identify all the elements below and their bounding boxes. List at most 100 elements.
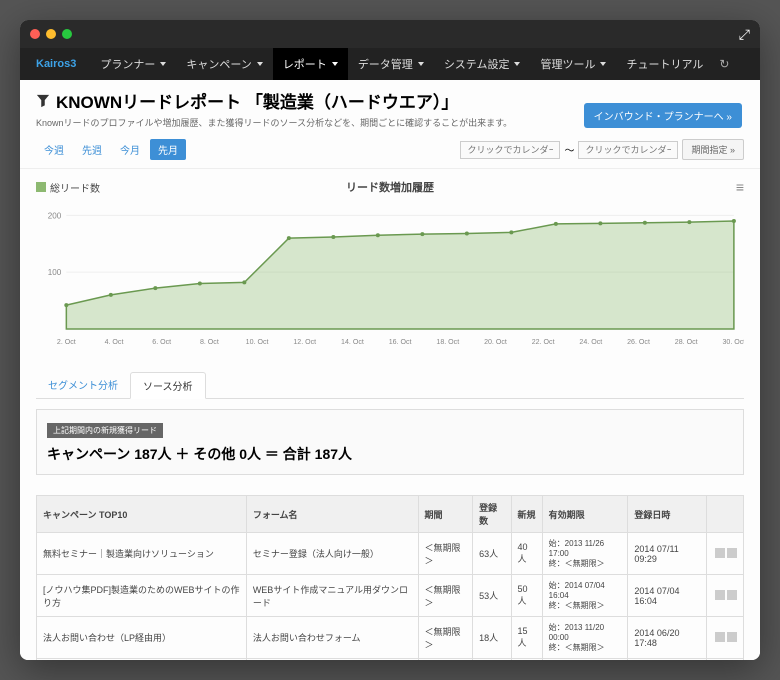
tab-segment[interactable]: セグメント分析	[36, 372, 130, 398]
titlebar: ⤢	[20, 20, 760, 48]
new-count: 40人	[511, 533, 542, 575]
action-icon[interactable]	[727, 548, 737, 558]
table-header: キャンペーン TOP10	[37, 496, 247, 533]
action-icon[interactable]	[727, 632, 737, 642]
date-apply-button[interactable]: 期間指定 »	[682, 139, 744, 160]
nav-data[interactable]: データ管理	[348, 48, 434, 80]
brand-logo[interactable]: Kairos3	[36, 58, 76, 70]
svg-text:28. Oct: 28. Oct	[675, 339, 698, 346]
nav-admin[interactable]: 管理ツール	[530, 48, 616, 80]
fullscreen-icon[interactable]: ⤢	[739, 26, 750, 43]
maximize-icon[interactable]	[62, 29, 72, 39]
svg-text:24. Oct: 24. Oct	[579, 339, 602, 346]
row-actions[interactable]	[706, 533, 743, 575]
reg-date: 2014 06/20 17:48	[628, 617, 707, 659]
table-header: 新規	[511, 496, 542, 533]
svg-text:14. Oct: 14. Oct	[341, 339, 364, 346]
svg-text:20. Oct: 20. Oct	[484, 339, 507, 346]
svg-text:2. Oct: 2. Oct	[57, 339, 76, 346]
new-count: 15人	[511, 617, 542, 659]
row-actions[interactable]	[706, 575, 743, 617]
form-name: 法人お問い合わせフォーム	[246, 659, 418, 661]
tab-source[interactable]: ソース分析	[130, 372, 206, 399]
area-chart: 1002002. Oct4. Oct6. Oct8. Oct10. Oct12.…	[36, 199, 744, 349]
close-icon[interactable]	[30, 29, 40, 39]
page-title-text: KNOWNリードレポート 「製造業（ハードウエア）」	[56, 88, 458, 113]
svg-text:16. Oct: 16. Oct	[389, 339, 412, 346]
navbar: Kairos3 プランナー キャンペーン レポート データ管理 システム設定 管…	[20, 48, 760, 80]
nav-report[interactable]: レポート	[273, 48, 348, 80]
table-header: 登録数	[473, 496, 511, 533]
tables-section: キャンペーン TOP10フォーム名期間登録数新規有効期限登録日時 無料セミナー｜…	[20, 495, 760, 660]
summary-text: キャンペーン 187人 ＋ その他 0人 ＝ 合計 187人	[47, 444, 733, 464]
campaign-table: キャンペーン TOP10フォーム名期間登録数新規有効期限登録日時 無料セミナー｜…	[36, 495, 744, 660]
summary-box: 上記期間内の新規獲得リード キャンペーン 187人 ＋ その他 0人 ＝ 合計 …	[36, 409, 744, 475]
table-header	[706, 496, 743, 533]
svg-text:12. Oct: 12. Oct	[293, 339, 316, 346]
table-row: 法人お問い合わせ（通常版） 法人お問い合わせフォーム ＜無期限＞ 8人 8人 始…	[37, 659, 744, 661]
legend-label: 総リード数	[50, 180, 100, 195]
date-start-input[interactable]	[460, 141, 560, 159]
svg-text:22. Oct: 22. Oct	[532, 339, 555, 346]
cta-button[interactable]: インバウンド・プランナーへ »	[584, 103, 742, 128]
svg-text:4. Oct: 4. Oct	[105, 339, 124, 346]
legend-swatch	[36, 182, 46, 192]
period: ＜無期限＞	[418, 575, 473, 617]
range-this-month[interactable]: 今月	[112, 139, 148, 160]
reg-date: 2014 07/11 09:29	[628, 533, 707, 575]
summary-tag: 上記期間内の新規獲得リード	[47, 423, 163, 438]
nav-system[interactable]: システム設定	[434, 48, 531, 80]
nav-planner[interactable]: プランナー	[90, 48, 176, 80]
action-icon[interactable]	[715, 632, 725, 642]
svg-text:26. Oct: 26. Oct	[627, 339, 650, 346]
valid-period: 始：2013 11/20 00:00 終：＜無期限＞	[542, 617, 628, 659]
range-last-month[interactable]: 先月	[150, 139, 186, 160]
campaign-name[interactable]: 無料セミナー｜製造業向けソリューション	[37, 533, 247, 575]
svg-text:30. Oct: 30. Oct	[722, 339, 744, 346]
nav-campaign[interactable]: キャンペーン	[176, 48, 272, 80]
range-this-week[interactable]: 今週	[36, 139, 72, 160]
form-name: WEBサイト作成マニュアル用ダウンロード	[246, 575, 418, 617]
action-icon[interactable]	[727, 590, 737, 600]
app-window: ⤢ Kairos3 プランナー キャンペーン レポート データ管理 システム設定…	[20, 20, 760, 660]
period: ＜無期限＞	[418, 533, 473, 575]
reg-count: 8人	[473, 659, 511, 661]
svg-text:18. Oct: 18. Oct	[436, 339, 459, 346]
action-icon[interactable]	[715, 590, 725, 600]
range-tabs: 今週 先週 今月 先月	[36, 139, 186, 160]
table-header: フォーム名	[246, 496, 418, 533]
chart-menu-icon[interactable]: ≡	[736, 179, 744, 195]
refresh-icon[interactable]: ↻	[719, 57, 729, 71]
valid-period: 始：2013 08/26 23:00 終：＜無期限＞	[542, 659, 628, 661]
table-row: [ノウハウ集PDF]製造業のためのWEBサイトの作り方 WEBサイト作成マニュア…	[37, 575, 744, 617]
page-header: KNOWNリードレポート 「製造業（ハードウエア）」 Knownリードのプロファ…	[20, 80, 760, 133]
table-header: 登録日時	[628, 496, 707, 533]
reg-date: 2014 07/10 23:38	[628, 659, 707, 661]
row-actions[interactable]	[706, 617, 743, 659]
date-separator: 〜	[564, 142, 574, 157]
period: ＜無期限＞	[418, 659, 473, 661]
svg-text:10. Oct: 10. Oct	[246, 339, 269, 346]
minimize-icon[interactable]	[46, 29, 56, 39]
range-last-week[interactable]: 先週	[74, 139, 110, 160]
form-name: セミナー登録（法人向け一般）	[246, 533, 418, 575]
valid-period: 始：2014 07/04 16:04 終：＜無期限＞	[542, 575, 628, 617]
svg-text:6. Oct: 6. Oct	[152, 339, 171, 346]
campaign-name[interactable]: 法人お問い合わせ（LP経由用）	[37, 617, 247, 659]
svg-text:100: 100	[48, 268, 62, 277]
campaign-name[interactable]: [ノウハウ集PDF]製造業のためのWEBサイトの作り方	[37, 575, 247, 617]
reg-count: 63人	[473, 533, 511, 575]
row-actions[interactable]	[706, 659, 743, 661]
table-row: 法人お問い合わせ（LP経由用） 法人お問い合わせフォーム ＜無期限＞ 18人 1…	[37, 617, 744, 659]
action-icon[interactable]	[715, 548, 725, 558]
campaign-name[interactable]: 法人お問い合わせ（通常版）	[37, 659, 247, 661]
form-name: 法人お問い合わせフォーム	[246, 617, 418, 659]
chart-title: リード数増加履歴	[346, 179, 434, 195]
nav-tutorial[interactable]: チュートリアル	[616, 48, 713, 80]
summary-section: 上記期間内の新規獲得リード キャンペーン 187人 ＋ その他 0人 ＝ 合計 …	[20, 399, 760, 485]
valid-period: 始：2013 11/26 17:00 終：＜無期限＞	[542, 533, 628, 575]
new-count: 50人	[511, 575, 542, 617]
reg-date: 2014 07/04 16:04	[628, 575, 707, 617]
date-end-input[interactable]	[578, 141, 678, 159]
svg-text:200: 200	[48, 211, 62, 220]
